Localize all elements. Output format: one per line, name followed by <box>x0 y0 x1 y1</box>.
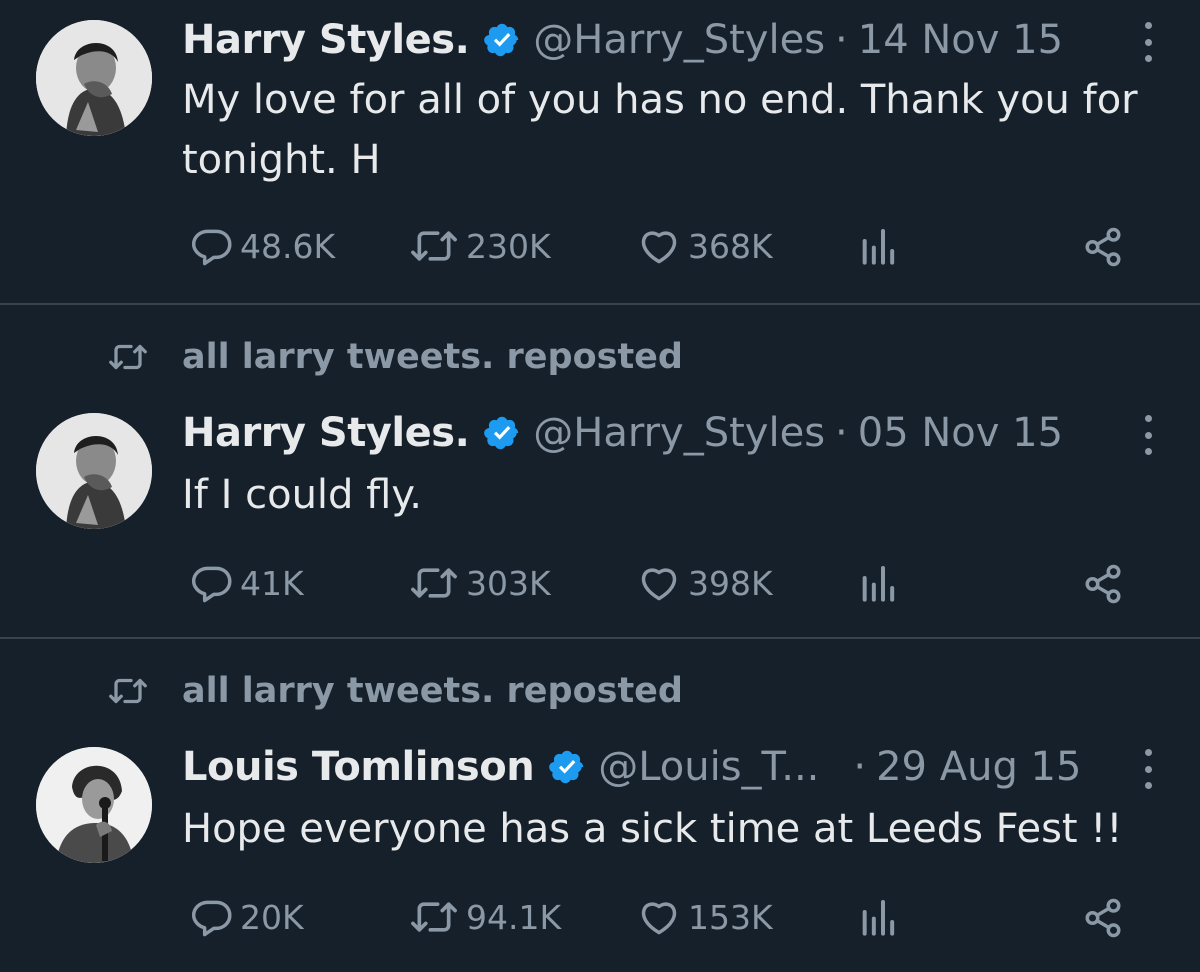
reply-count: 20K <box>240 897 304 937</box>
action-bar: 41K 303K 398K <box>0 557 1200 607</box>
views-icon <box>862 229 895 265</box>
like-count: 368K <box>688 226 773 266</box>
action-bar: 48.6K 230K 368K <box>0 220 1200 270</box>
reply-button[interactable]: 48.6K <box>190 224 335 268</box>
author-handle[interactable]: @Harry_Styles <box>533 10 825 70</box>
like-button[interactable]: 398K <box>636 561 773 605</box>
views-icon <box>862 566 895 602</box>
heart-icon <box>641 231 677 264</box>
views-icon <box>862 900 895 936</box>
reply-icon <box>191 900 232 937</box>
heart-icon <box>641 568 677 601</box>
separator-dot: · <box>853 744 867 790</box>
author-handle[interactable]: @Harry_Styles <box>533 403 825 463</box>
tweet-date[interactable]: 29 Aug 15 <box>876 737 1081 797</box>
repost-button[interactable]: 230K <box>408 224 551 268</box>
reply-icon <box>191 566 232 603</box>
tweet-card[interactable]: Harry Styles. @Harry_Styles · 14 Nov 15 … <box>0 0 1200 304</box>
repost-button[interactable]: 303K <box>408 561 551 605</box>
repost-icon <box>411 902 457 932</box>
like-button[interactable]: 153K <box>636 895 773 939</box>
heart-icon <box>641 902 677 935</box>
like-count: 398K <box>688 563 773 603</box>
more-icon[interactable] <box>1136 22 1160 62</box>
more-icon[interactable] <box>1136 749 1160 789</box>
avatar[interactable] <box>36 747 152 863</box>
timeline-feed: Harry Styles. @Harry_Styles · 14 Nov 15 … <box>0 0 1200 972</box>
tweet-date[interactable]: 05 Nov 15 <box>858 403 1063 463</box>
verified-badge-icon <box>483 21 521 59</box>
views-button[interactable] <box>858 226 898 266</box>
tweet-card[interactable]: all larry tweets. reposted Harry Styles.… <box>0 305 1200 637</box>
reply-button[interactable]: 20K <box>190 895 304 939</box>
reply-icon <box>191 229 232 266</box>
share-icon <box>1085 227 1121 267</box>
tweet-header: Harry Styles. @Harry_Styles · 14 Nov 15 <box>182 10 1063 70</box>
share-button[interactable] <box>1082 897 1124 939</box>
author-handle[interactable]: @Louis_T... <box>598 737 819 797</box>
tweet-card[interactable]: all larry tweets. reposted Louis Tomlins… <box>0 639 1200 972</box>
repost-count: 303K <box>466 563 551 603</box>
share-icon <box>1085 898 1121 938</box>
share-button[interactable] <box>1082 226 1124 268</box>
avatar[interactable] <box>36 20 152 136</box>
tweet-text: Hope everyone has a sick time at Leeds F… <box>182 806 1123 852</box>
verified-badge-icon <box>548 748 586 786</box>
more-icon[interactable] <box>1136 415 1160 455</box>
repost-icon <box>109 678 147 704</box>
share-icon <box>1085 564 1121 604</box>
author-name[interactable]: Harry Styles. <box>182 10 470 70</box>
social-context-text[interactable]: all larry tweets. reposted <box>182 329 683 385</box>
reply-button[interactable]: 41K <box>190 561 304 605</box>
social-context: all larry tweets. reposted <box>0 329 1200 385</box>
views-button[interactable] <box>858 563 898 603</box>
repost-button[interactable]: 94.1K <box>408 895 561 939</box>
social-context: all larry tweets. reposted <box>0 663 1200 719</box>
like-button[interactable]: 368K <box>636 224 773 268</box>
repost-icon <box>411 568 457 598</box>
author-name[interactable]: Louis Tomlinson <box>182 737 535 797</box>
tweet-header: Harry Styles. @Harry_Styles · 05 Nov 15 <box>182 403 1063 463</box>
tweet-date[interactable]: 14 Nov 15 <box>858 10 1063 70</box>
views-button[interactable] <box>858 897 898 937</box>
reply-count: 41K <box>240 563 304 603</box>
action-bar: 20K 94.1K 153K <box>0 891 1200 941</box>
tweet-text: If I could fly. <box>182 472 423 518</box>
social-context-text[interactable]: all larry tweets. reposted <box>182 663 683 719</box>
author-name[interactable]: Harry Styles. <box>182 403 470 463</box>
repost-count: 94.1K <box>466 897 562 937</box>
separator-dot: · <box>835 17 848 63</box>
tweet-header: Louis Tomlinson @Louis_T... · 29 Aug 15 <box>182 737 1081 797</box>
avatar[interactable] <box>36 413 152 529</box>
repost-icon <box>109 344 147 370</box>
verified-badge-icon <box>483 414 521 452</box>
like-count: 153K <box>688 897 773 937</box>
repost-count: 230K <box>466 226 551 266</box>
tweet-text: My love for all of you has no end. Thank… <box>182 77 1138 183</box>
separator-dot: · <box>835 410 848 456</box>
reply-count: 48.6K <box>240 226 336 266</box>
share-button[interactable] <box>1082 563 1124 605</box>
repost-icon <box>411 231 457 261</box>
